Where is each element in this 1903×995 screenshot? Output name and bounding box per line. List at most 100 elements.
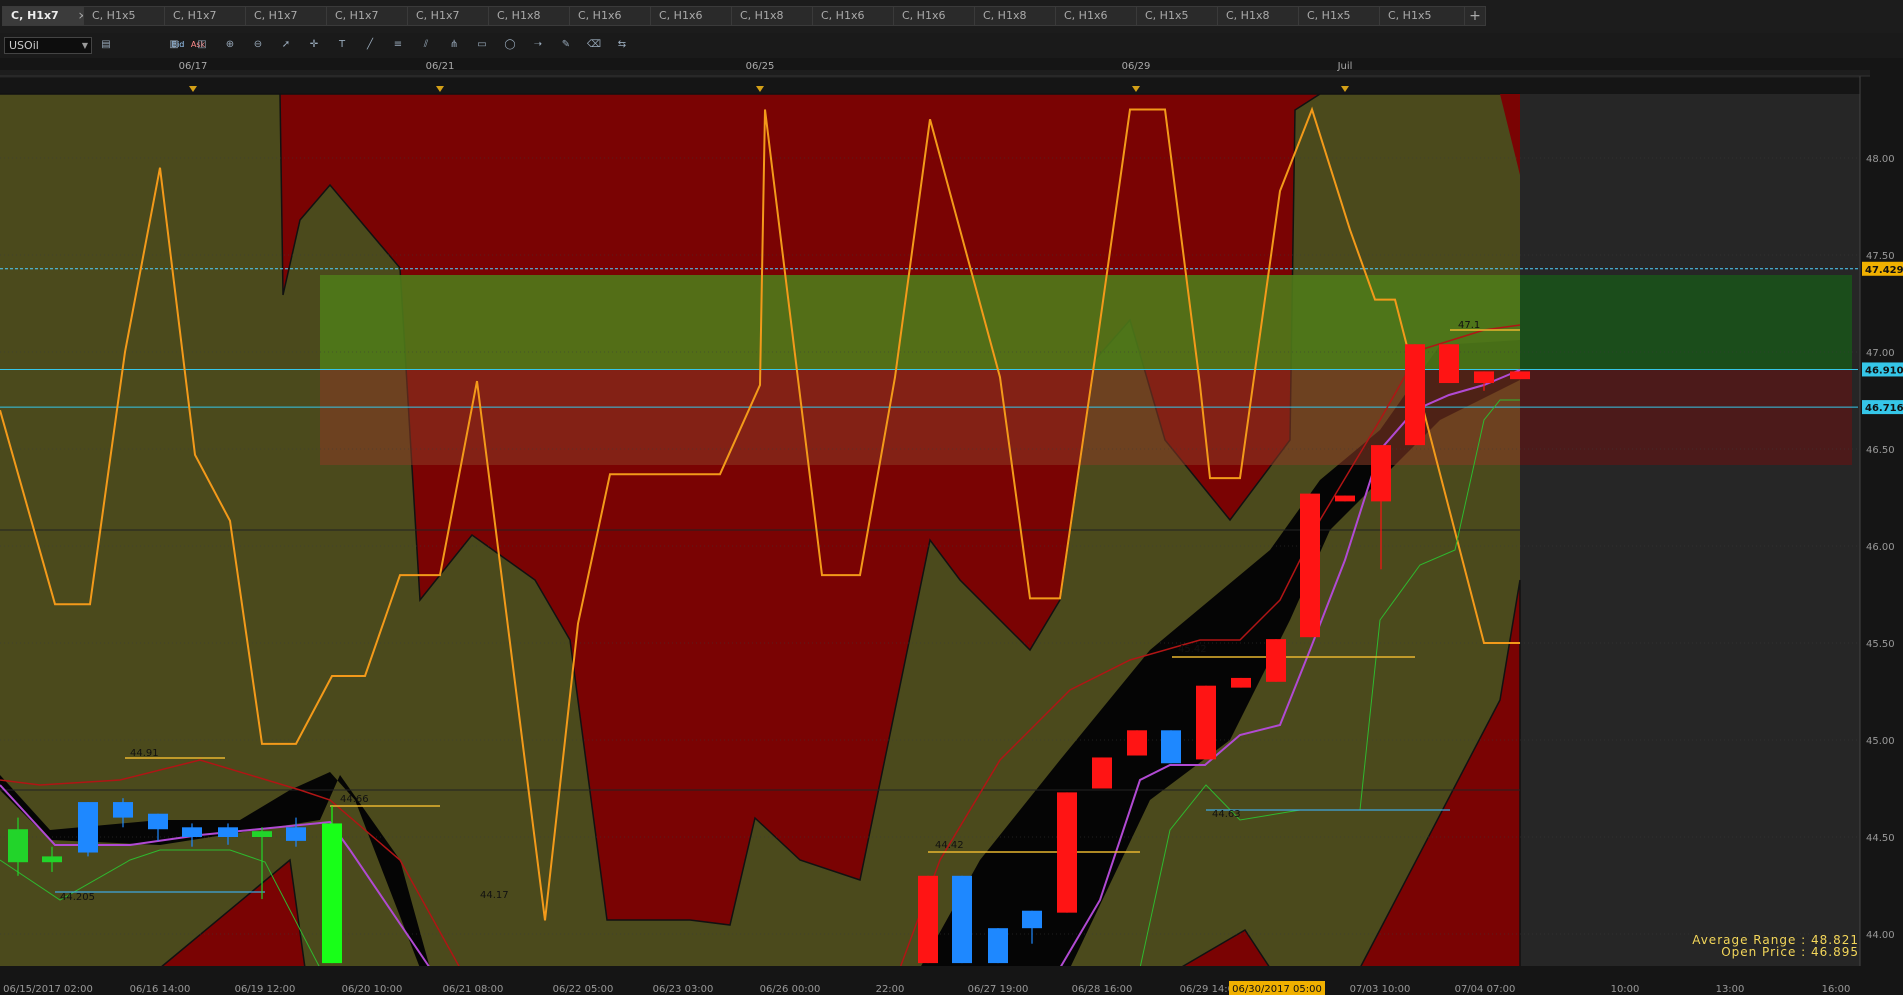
indicator-icon[interactable]: ◫: [194, 37, 210, 53]
chart-type-icon[interactable]: ▥: [166, 37, 182, 53]
ellipse-icon[interactable]: ◯: [502, 37, 518, 53]
top-date-label: Juil: [1337, 61, 1353, 72]
scroll-icon[interactable]: ⇆: [614, 37, 630, 53]
price-tick: 48.00: [1866, 154, 1895, 165]
tab-9[interactable]: C, H1x6: [650, 6, 742, 26]
top-date-label: 06/17: [179, 61, 208, 72]
candle-body: [1196, 685, 1216, 760]
tab-12[interactable]: C, H1x6: [893, 6, 985, 26]
cursor-icon[interactable]: ➚: [278, 37, 294, 53]
candle-body: [322, 823, 342, 964]
candle-body: [952, 875, 972, 964]
candle-body: [1439, 344, 1459, 384]
price-chart[interactable]: 44.91 44.205 44.66 44.17 44.42 45.42 44.63 47.1…: [0, 58, 1903, 995]
level-label: 44.66: [340, 794, 369, 805]
top-date-label: 06/29: [1122, 61, 1151, 72]
time-tick: 07/04 07:00: [1455, 984, 1516, 995]
tab-label: C, H1x6: [902, 9, 946, 22]
pencil-icon[interactable]: ✎: [558, 37, 574, 53]
candle-body: [113, 802, 133, 818]
chevron-down-icon: ▼: [81, 41, 88, 50]
add-tab-button[interactable]: +: [1464, 6, 1486, 26]
time-tick: 06/30/2017 05:00: [1232, 984, 1322, 995]
tab-18[interactable]: C, H1x5: [1379, 6, 1471, 26]
candle-body: [1057, 792, 1077, 913]
tab-3[interactable]: C, H1x7: [164, 6, 256, 26]
tab-11[interactable]: C, H1x6: [812, 6, 904, 26]
chart-tab-bar: C, H1x7×C, H1x5C, H1x7C, H1x7C, H1x7C, H…: [0, 0, 1903, 34]
price-tick: 45.00: [1866, 736, 1895, 747]
tab-label: C, H1x7: [416, 9, 460, 22]
tab-label: C, H1x5: [1307, 9, 1351, 22]
price-tick: 47.00: [1866, 348, 1895, 359]
tab-label: C, H1x8: [983, 9, 1027, 22]
tab-15[interactable]: C, H1x5: [1136, 6, 1228, 26]
tab-label: C, H1x7: [173, 9, 217, 22]
time-tick: 06/21 08:00: [443, 984, 504, 995]
candle-body: [1266, 639, 1286, 682]
candle-body: [148, 813, 168, 830]
price-tick: 46.00: [1866, 542, 1895, 553]
arrow-icon[interactable]: ➝: [530, 37, 546, 53]
text-icon[interactable]: T: [334, 37, 350, 53]
tab-8[interactable]: C, H1x6: [569, 6, 661, 26]
candle-body: [1127, 730, 1147, 756]
tab-6[interactable]: C, H1x7: [407, 6, 499, 26]
symbol-label: USOil: [9, 39, 39, 52]
tab-label: C, H1x5: [1388, 9, 1432, 22]
time-tick: 06/27 19:00: [968, 984, 1029, 995]
time-tick: 06/15/2017 02:00: [3, 984, 93, 995]
tab-16[interactable]: C, H1x8: [1217, 6, 1309, 26]
tab-label: C, H1x5: [1145, 9, 1189, 22]
pitchfork-icon[interactable]: ⋔: [446, 37, 462, 53]
level-label: 44.205: [60, 892, 95, 903]
candle-body: [218, 827, 238, 837]
fib-icon[interactable]: ≡: [390, 37, 406, 53]
tab-14[interactable]: C, H1x6: [1055, 6, 1147, 26]
tab-7[interactable]: C, H1x8: [488, 6, 580, 26]
zoom-out-icon[interactable]: ⊖: [250, 37, 266, 53]
tab-label: C, H1x7: [254, 9, 298, 22]
candle-body: [182, 827, 202, 837]
candle-body: [1405, 344, 1425, 446]
eraser-icon[interactable]: ⌫: [586, 37, 602, 53]
rect-icon[interactable]: ▭: [474, 37, 490, 53]
tab-13[interactable]: C, H1x8: [974, 6, 1066, 26]
price-tick: 44.00: [1866, 930, 1895, 941]
time-tick: 06/28 16:00: [1072, 984, 1133, 995]
tab-1[interactable]: C, H1x7×: [2, 6, 94, 26]
tab-label: C, H1x6: [1064, 9, 1108, 22]
crosshair-icon[interactable]: ✛: [306, 37, 322, 53]
level-label: 44.42: [935, 840, 964, 851]
tab-label: C, H1x6: [578, 9, 622, 22]
tab-label: C, H1x8: [1226, 9, 1270, 22]
bars-icon[interactable]: ▤: [98, 37, 114, 53]
tab-5[interactable]: C, H1x7: [326, 6, 418, 26]
tab-2[interactable]: C, H1x5: [83, 6, 175, 26]
time-tick: 06/19 12:00: [235, 984, 296, 995]
price-marker-label: 47.429: [1865, 265, 1903, 276]
tab-17[interactable]: C, H1x5: [1298, 6, 1390, 26]
candle-body: [286, 827, 306, 841]
price-tick: 45.50: [1866, 639, 1895, 650]
tab-4[interactable]: C, H1x7: [245, 6, 337, 26]
zone-green-future: [1520, 275, 1852, 370]
candle-body: [918, 875, 938, 964]
tab-label: C, H1x5: [92, 9, 136, 22]
tab-10[interactable]: C, H1x8: [731, 6, 823, 26]
tab-label: C, H1x8: [740, 9, 784, 22]
zoom-in-icon[interactable]: ⊕: [222, 37, 238, 53]
tab-label: C, H1x7: [335, 9, 379, 22]
zone-red: [320, 370, 1520, 465]
level-label: 47.1: [1458, 320, 1480, 331]
price-marker-label: 46.910: [1865, 365, 1903, 376]
line-icon[interactable]: ╱: [362, 37, 378, 53]
range-stats: Average Range : 48.821 Open Price : 46.8…: [1692, 934, 1859, 958]
time-tick: 06/23 03:00: [653, 984, 714, 995]
level-label: 44.91: [130, 748, 159, 759]
symbol-selector[interactable]: USOil ▼: [4, 37, 92, 54]
channel-icon[interactable]: ⫽: [418, 37, 434, 53]
top-date-band: [0, 70, 1870, 78]
time-tick: 06/16 14:00: [130, 984, 191, 995]
time-tick: 10:00: [1611, 984, 1640, 995]
